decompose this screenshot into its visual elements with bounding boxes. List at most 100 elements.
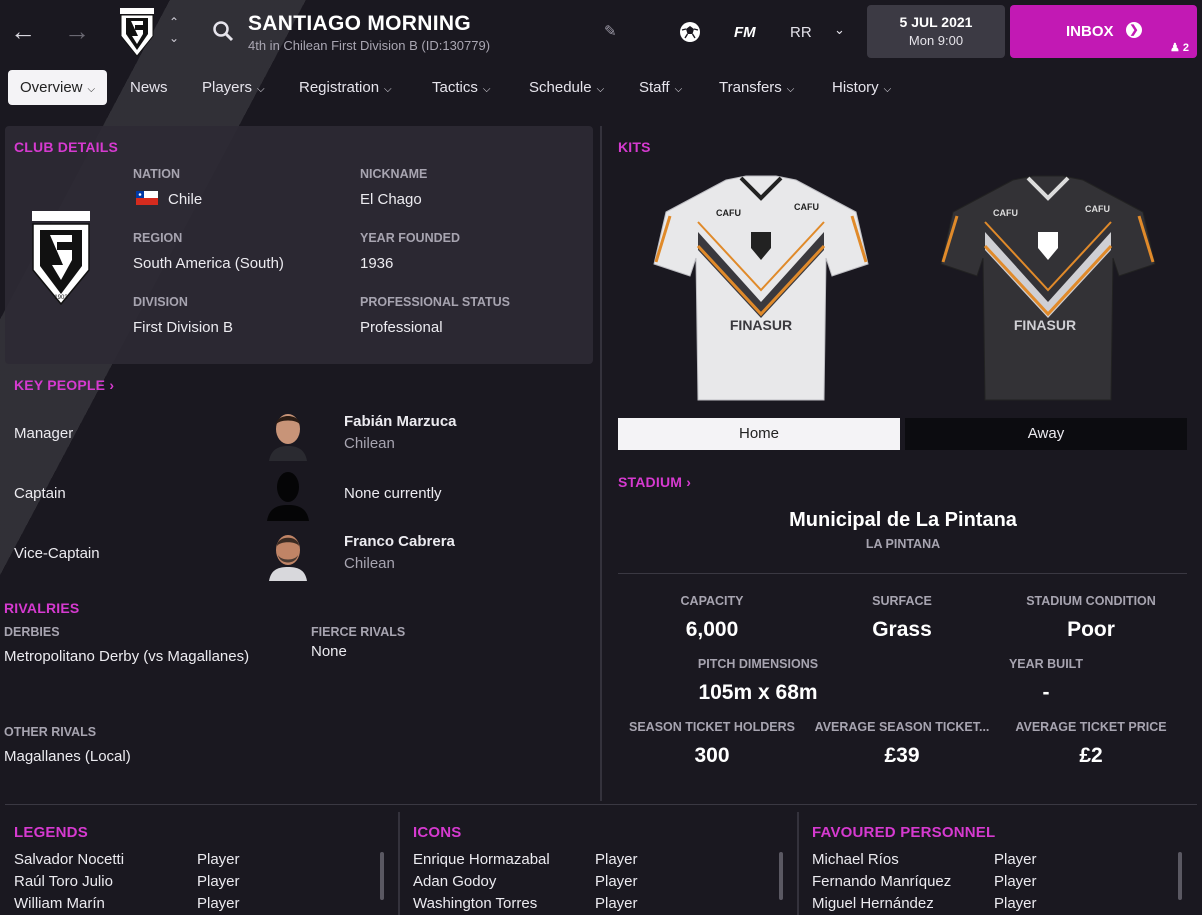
tab-label: Overview	[20, 79, 83, 96]
club-crest-large-icon: 1903	[32, 211, 90, 306]
legends-scrollbar[interactable]	[380, 852, 384, 900]
icon-player-name[interactable]: Washington Torres	[413, 895, 537, 912]
chevron-down-icon[interactable]: ⌄	[834, 22, 850, 38]
favoured-role: Player	[994, 873, 1037, 890]
favoured-name[interactable]: Miguel Hernández	[812, 895, 934, 912]
icons-scrollbar[interactable]	[779, 852, 783, 900]
tab-history[interactable]: History ⌵	[832, 70, 891, 105]
date-display[interactable]: 5 JUL 2021 Mon 9:00	[867, 5, 1005, 58]
tab-tactics[interactable]: Tactics ⌵	[432, 70, 490, 105]
vice-captain-avatar[interactable]	[265, 525, 311, 581]
club-name: SANTIAGO MORNING	[248, 12, 471, 35]
kit-maker-left: CAFU	[993, 208, 1018, 218]
kit-maker-right: CAFU	[1085, 204, 1110, 214]
forward-arrow-icon[interactable]: →	[62, 16, 92, 46]
capacity-value: 6,000	[685, 618, 739, 641]
nation-label: NATION	[133, 167, 180, 181]
legend-name[interactable]: Salvador Nocetti	[14, 851, 124, 868]
back-arrow-icon[interactable]: ←	[8, 16, 38, 46]
key-role-captain: Captain	[14, 485, 66, 502]
tab-registration[interactable]: Registration ⌵	[299, 70, 392, 105]
football-icon[interactable]	[678, 20, 702, 44]
top-bar: ← → ⌃ ⌄ SANTIAGO MORNING 4th in Chilean F…	[0, 0, 1202, 64]
inbox-count: ♟ 2	[1170, 41, 1189, 54]
chevron-down-icon: ⌵	[257, 84, 265, 95]
tab-bar: Overview ⌵ News Players ⌵ Registration ⌵ Ta…	[0, 70, 1202, 106]
icon-player-name[interactable]: Adan Godoy	[413, 873, 496, 890]
professional-status-label: PROFESSIONAL STATUS	[360, 295, 511, 309]
away-kit-tab[interactable]: Away	[905, 418, 1187, 450]
pitch-dimensions-label: PITCH DIMENSIONS	[697, 657, 819, 671]
key-role-manager: Manager	[14, 425, 74, 442]
away-kit-image[interactable]: CAFU CAFU FINASUR	[933, 172, 1163, 412]
arrow-right-circle-icon: ❯	[1126, 22, 1142, 38]
inbox-label: INBOX	[1066, 23, 1114, 40]
nation-value[interactable]: Chile	[136, 191, 202, 208]
tab-players[interactable]: Players ⌵	[202, 70, 265, 105]
manager-name[interactable]: Fabián Marzuca	[344, 413, 457, 430]
stadium-condition-label: STADIUM CONDITION	[1026, 594, 1156, 608]
favoured-personnel-title: FAVOURED PERSONNEL	[812, 824, 996, 841]
tab-staff[interactable]: Staff ⌵	[639, 70, 682, 105]
vice-captain-name[interactable]: Franco Cabrera	[344, 533, 455, 550]
edit-icon[interactable]: ✎	[604, 22, 620, 40]
icon-player-name[interactable]: Enrique Hormazabal	[413, 851, 550, 868]
stadium-name: Municipal de La Pintana	[789, 509, 1017, 531]
inbox-button[interactable]: INBOX ❯ ♟ 2	[1010, 5, 1197, 58]
chevron-down-icon: ⌵	[596, 84, 605, 95]
search-icon[interactable]	[212, 20, 234, 42]
kits-title: KITS	[618, 139, 651, 155]
division-value[interactable]: First Division B	[133, 319, 233, 336]
capacity-label: CAPACITY	[680, 594, 744, 608]
favoured-name[interactable]: Fernando Manríquez	[812, 873, 951, 890]
pitch-dimensions-value: 105m x 68m	[698, 681, 818, 704]
favoured-scrollbar[interactable]	[1178, 852, 1182, 900]
stadium-title-text: STADIUM	[618, 474, 683, 490]
bottom-column-divider	[398, 812, 400, 915]
date-text: 5 JUL 2021	[899, 14, 973, 30]
chevron-right-icon: ›	[109, 377, 115, 393]
club-crest-icon[interactable]	[118, 6, 156, 58]
legend-name[interactable]: William Marín	[14, 895, 105, 912]
crest-year: 1903	[54, 295, 68, 301]
key-people-title[interactable]: KEY PEOPLE ›	[14, 377, 114, 393]
tab-news[interactable]: News	[130, 70, 168, 105]
chevron-down-icon: ⌵	[883, 84, 892, 95]
region-label: REGION	[133, 231, 183, 245]
tab-label: Tactics	[432, 79, 478, 96]
favoured-name[interactable]: Michael Ríos	[812, 851, 899, 868]
nickname-value: El Chago	[360, 191, 422, 208]
favoured-role: Player	[994, 851, 1037, 868]
favoured-role: Player	[994, 895, 1037, 912]
derbies-label: DERBIES	[4, 625, 60, 639]
tab-schedule[interactable]: Schedule ⌵	[529, 70, 604, 105]
tab-label: Schedule	[529, 79, 592, 96]
stadium-title[interactable]: STADIUM ›	[618, 474, 691, 490]
bottom-divider	[5, 804, 1197, 805]
region-value: South America (South)	[133, 255, 284, 272]
user-initials[interactable]: RR	[790, 24, 812, 41]
home-kit-image[interactable]: CAFU CAFU FINASUR	[646, 172, 876, 412]
column-divider	[600, 126, 602, 801]
tab-transfers[interactable]: Transfers ⌵	[719, 70, 794, 105]
nickname-label: NICKNAME	[360, 167, 428, 181]
icon-player-role: Player	[595, 873, 638, 890]
kit-sponsor: FINASUR	[730, 317, 792, 333]
home-kit-tab[interactable]: Home	[618, 418, 900, 450]
club-switch-icon[interactable]: ⌃ ⌄	[166, 14, 182, 50]
tab-label: Transfers	[719, 79, 782, 96]
year-founded-value: 1936	[360, 255, 394, 272]
tab-overview[interactable]: Overview ⌵	[8, 70, 108, 105]
manager-avatar[interactable]	[265, 405, 311, 461]
professional-status-value: Professional	[360, 319, 443, 336]
legend-name[interactable]: Raúl Toro Julio	[14, 873, 113, 890]
average-season-ticket-label: AVERAGE SEASON TICKET...	[814, 720, 990, 734]
tab-label: Staff	[639, 79, 670, 96]
other-rivals-value[interactable]: Magallanes (Local)	[4, 748, 131, 765]
chevron-down-icon: ⌵	[482, 84, 491, 95]
fm-logo[interactable]: FM	[734, 24, 756, 41]
season-ticket-holders-value: 300	[694, 744, 730, 767]
derbies-value[interactable]: Metropolitano Derby (vs Magallanes)	[4, 648, 249, 665]
kit-maker-right: CAFU	[794, 202, 819, 212]
chevron-right-icon: ›	[686, 474, 692, 490]
